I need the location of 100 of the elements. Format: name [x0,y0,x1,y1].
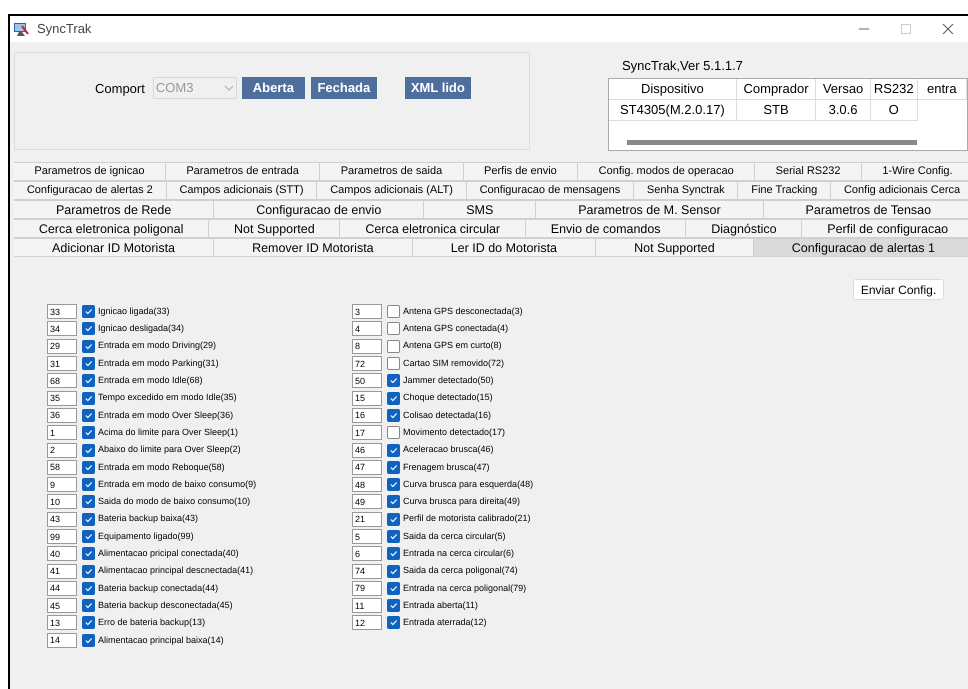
checkbox[interactable] [387,357,400,370]
code-field[interactable]: 6 [352,546,382,562]
tab[interactable]: Config. modos de operacao [577,162,756,181]
tab[interactable]: 1-Wire Config. [860,162,968,181]
tab[interactable]: Not Supported [595,238,754,257]
checkbox[interactable] [82,478,95,492]
tab[interactable]: SMS [423,200,536,219]
checkbox[interactable] [387,374,400,388]
code-field[interactable]: 21 [352,512,382,527]
scrollbar-thumb[interactable] [627,140,917,145]
tab[interactable]: Parametros de ignicao [14,162,166,181]
code-field[interactable]: 10 [47,494,77,510]
checkbox[interactable] [387,322,400,336]
close-icon[interactable] [942,23,954,35]
tab[interactable]: Diagnóstico [685,219,802,238]
checkbox[interactable] [387,408,400,422]
checkbox[interactable] [387,495,400,508]
tab[interactable]: Configuracao de alertas 2 [14,181,167,200]
checkbox[interactable] [82,547,95,560]
tab[interactable]: Parametros de entrada [164,162,320,181]
tab[interactable]: Cerca eletronica poligonal [14,219,210,238]
checkbox[interactable] [82,582,95,595]
code-field[interactable]: 74 [352,564,382,579]
checkbox[interactable] [82,374,95,388]
code-field[interactable]: 3 [352,304,382,320]
checkbox[interactable] [387,530,400,543]
checkbox[interactable] [82,616,95,630]
column-header[interactable]: entra [917,78,966,100]
checkbox[interactable] [82,305,95,318]
checkbox[interactable] [387,305,400,318]
code-field[interactable]: 35 [47,390,77,406]
code-field[interactable]: 44 [47,580,77,596]
column-header[interactable]: Dispositivo [609,78,736,100]
code-field[interactable]: 14 [47,632,77,648]
checkbox[interactable] [387,340,400,353]
checkbox[interactable] [387,426,400,440]
code-field[interactable]: 2 [47,442,77,458]
tab[interactable]: Campos adicionais (STT) [166,181,318,200]
code-field[interactable]: 58 [47,460,77,475]
checkbox[interactable] [387,547,400,560]
tab[interactable]: Perfis de envio [462,162,578,181]
checkbox[interactable] [82,512,95,526]
tab[interactable]: Not Supported [208,219,340,238]
tab[interactable]: Parametros de M. Sensor [535,200,764,219]
checkbox[interactable] [387,460,400,474]
code-field[interactable]: 17 [352,425,382,440]
code-field[interactable]: 4 [352,321,382,336]
checkbox[interactable] [82,530,95,543]
column-header[interactable]: Versao [816,78,870,100]
code-field[interactable]: 72 [352,356,382,372]
code-field[interactable]: 46 [352,442,382,458]
code-field[interactable]: 34 [47,321,77,336]
checkbox[interactable] [387,564,400,578]
tab[interactable]: Perfil de configuracao [801,219,968,238]
checkbox[interactable] [82,357,95,370]
checkbox[interactable] [387,512,400,526]
tab[interactable]: Fine Tracking [737,181,832,200]
checkbox[interactable] [387,599,400,612]
toolbar-button[interactable]: Aberta [242,77,305,99]
checkbox[interactable] [82,426,95,440]
code-field[interactable]: 13 [47,615,77,630]
checkbox[interactable] [82,340,95,353]
tab[interactable]: Configuracao de envio [213,200,424,219]
tab[interactable]: Cerca eletronica circular [339,219,526,238]
code-field[interactable]: 40 [47,546,77,562]
tab[interactable]: Campos adicionais (ALT) [316,181,467,200]
code-field[interactable]: 48 [352,477,382,492]
code-field[interactable]: 79 [352,580,382,596]
tab[interactable]: Adicionar ID Motorista [14,238,214,257]
tab[interactable]: Config adicionais Cerca [830,181,968,200]
checkbox[interactable] [82,564,95,578]
tab[interactable]: Remover ID Motorista [213,238,413,257]
code-field[interactable]: 33 [47,304,77,320]
send-config-button[interactable]: Enviar Config. [853,279,944,300]
code-field[interactable]: 5 [352,529,382,544]
code-field[interactable]: 29 [47,338,77,354]
code-field[interactable]: 16 [352,408,382,423]
tab[interactable]: Serial RS232 [754,162,862,181]
code-field[interactable]: 49 [352,494,382,510]
tab[interactable]: Configuracao de alertas 1 [752,238,968,257]
checkbox[interactable] [387,444,400,457]
code-field[interactable]: 36 [47,408,77,423]
code-field[interactable]: 12 [352,615,382,630]
code-field[interactable]: 99 [47,529,77,544]
tab[interactable]: Configuracao de mensagens [466,181,634,200]
code-field[interactable]: 47 [352,460,382,475]
tab[interactable]: Ler ID do Motorista [412,238,596,257]
tab[interactable]: Parametros de Rede [14,200,214,219]
code-field[interactable]: 9 [47,477,77,492]
checkbox[interactable] [82,444,95,457]
code-field[interactable]: 68 [47,373,77,388]
checkbox[interactable] [82,408,95,422]
toolbar-button[interactable]: Fechada [310,77,377,99]
code-field[interactable]: 50 [352,373,382,388]
code-field[interactable]: 31 [47,356,77,372]
checkbox[interactable] [387,582,400,595]
code-field[interactable]: 15 [352,390,382,406]
tab[interactable]: Parametros de Tensao [762,200,968,219]
checkbox[interactable] [387,392,400,405]
code-field[interactable]: 43 [47,512,77,527]
